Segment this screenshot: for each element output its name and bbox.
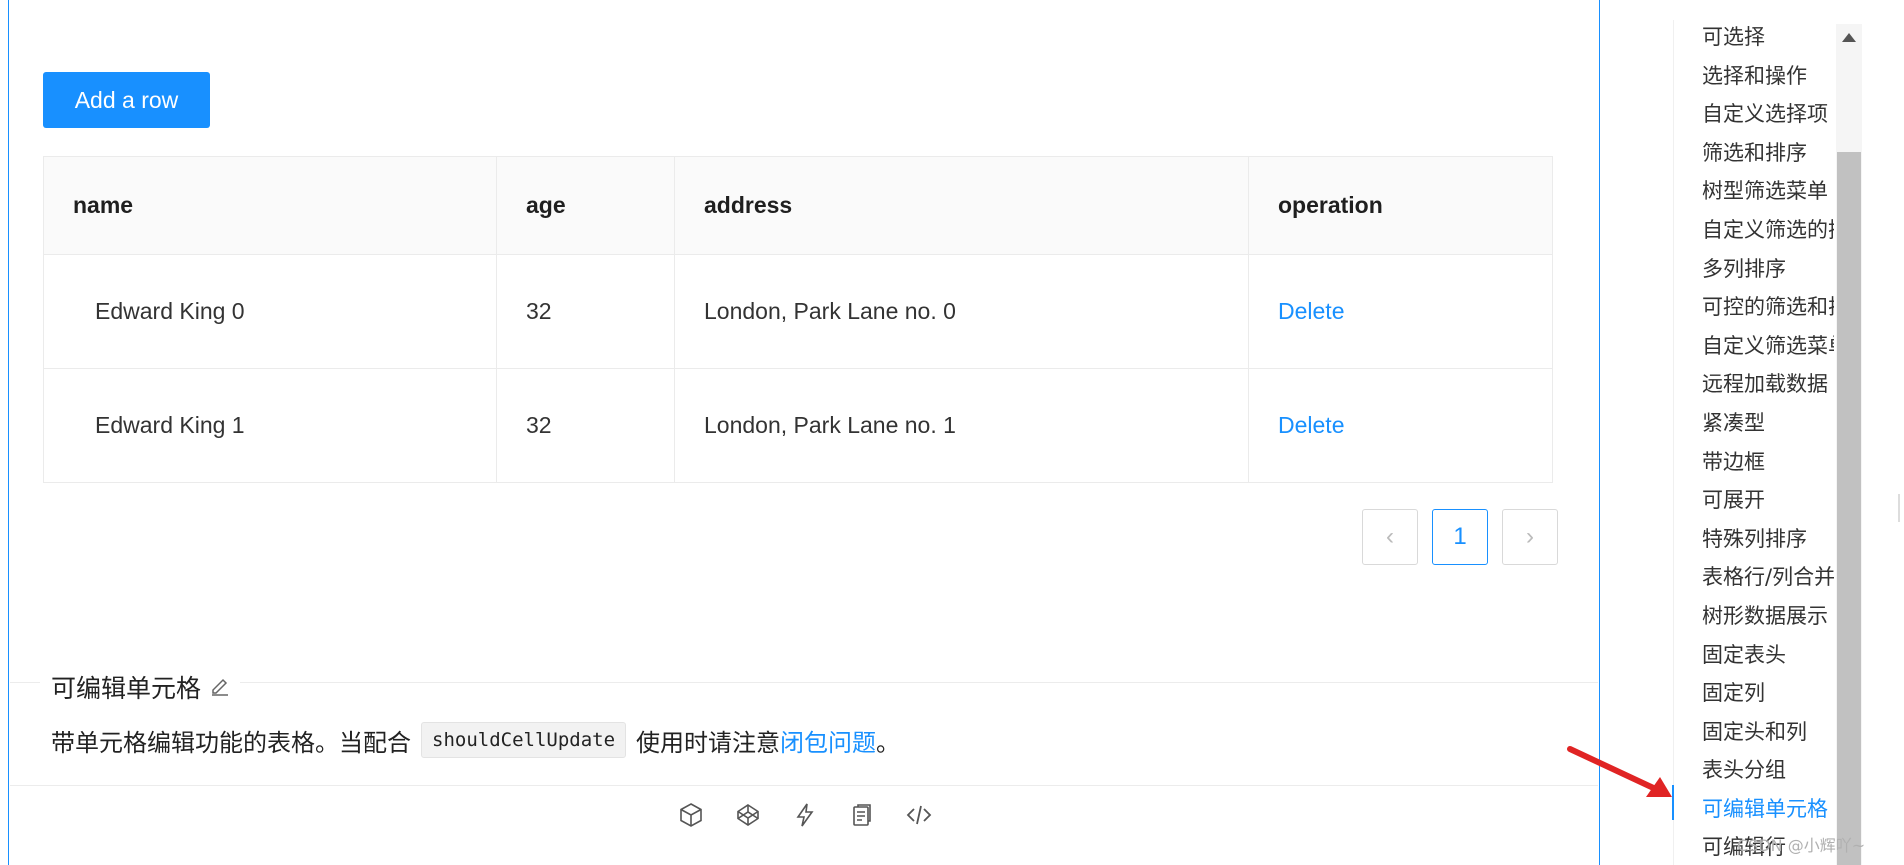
table-header: name age address operation (44, 157, 1552, 255)
section-divider (10, 682, 40, 683)
nav-item[interactable]: 自定义选择项 (1702, 95, 1834, 134)
nav-item[interactable]: 固定头和列 (1702, 713, 1834, 752)
delete-link[interactable]: Delete (1278, 412, 1344, 439)
anchor-nav: 可选择选择和操作自定义选择项筛选和排序树型筛选菜单自定义筛选的搜索多列排序可控的… (1702, 18, 1834, 865)
cell-address: London, Park Lane no. 1 (675, 369, 1249, 482)
nav-item[interactable]: 可展开 (1702, 481, 1834, 520)
add-row-button[interactable]: Add a row (43, 72, 210, 128)
desc-text: 使用时请注意 (636, 728, 781, 757)
nav-item[interactable]: 固定表头 (1702, 636, 1834, 675)
edge-mark (1898, 494, 1900, 522)
nav-item[interactable]: 可编辑单元格 (1702, 790, 1834, 829)
nav-item[interactable]: 特殊列排序 (1702, 520, 1834, 559)
cell-operation: Delete (1249, 255, 1552, 368)
nav-item[interactable]: 多列排序 (1702, 250, 1834, 289)
header-name: name (44, 157, 497, 254)
red-arrow-annotation (1567, 746, 1672, 797)
codesandbox-icon[interactable] (676, 800, 706, 830)
nav-item[interactable]: 自定义筛选菜单 (1702, 327, 1834, 366)
closure-issue-link[interactable]: 闭包问题 (780, 723, 876, 758)
section-description: 带单元格编辑功能的表格。当配合 shouldCellUpdate 使用时请注意 … (51, 722, 900, 758)
nav-item[interactable]: 表头分组 (1702, 751, 1834, 790)
nav-item[interactable]: 选择和操作 (1702, 57, 1834, 96)
code-actions (676, 800, 934, 830)
nav-item[interactable]: 表格行/列合并 (1702, 558, 1834, 597)
nav-item[interactable]: 树形数据展示 (1702, 597, 1834, 636)
table-row: Edward King 0 32 London, Park Lane no. 0… (44, 255, 1552, 369)
scrollbar-thumb[interactable] (1837, 152, 1861, 865)
nav-item[interactable]: 紧凑型 (1702, 404, 1834, 443)
nav-item[interactable]: 自定义筛选的搜索 (1702, 211, 1834, 250)
section-title-text: 可编辑单元格 (51, 674, 202, 703)
code-icon[interactable] (904, 800, 934, 830)
scroll-up-arrow-icon[interactable] (1842, 33, 1856, 42)
desc-text: 。 (876, 728, 901, 757)
header-address: address (675, 157, 1249, 254)
nav-item[interactable]: 固定列 (1702, 674, 1834, 713)
nav-item[interactable]: 远程加载数据 (1702, 365, 1834, 404)
nav-item[interactable]: 树型筛选菜单 (1702, 172, 1834, 211)
edit-icon[interactable] (209, 673, 231, 702)
header-age: age (497, 157, 675, 254)
cell-age: 32 (497, 369, 675, 482)
pagination-page-1[interactable]: 1 (1432, 509, 1488, 565)
nav-item[interactable]: 带边框 (1702, 443, 1834, 482)
codepen-icon[interactable] (733, 800, 763, 830)
section-title: 可编辑单元格 (51, 669, 231, 705)
pagination-prev-button[interactable]: ‹ (1362, 509, 1418, 565)
code-snippet: shouldCellUpdate (421, 722, 627, 758)
section-divider (240, 682, 1598, 683)
desc-text: 带单元格编辑功能的表格。当配合 (51, 728, 411, 757)
watermark: CSDN @小辉吖~ (1737, 836, 1866, 855)
cell-name[interactable]: Edward King 0 (44, 255, 497, 368)
nav-item[interactable]: 可控的筛选和排序 (1702, 288, 1834, 327)
cell-operation: Delete (1249, 369, 1552, 482)
cell-age: 32 (497, 255, 675, 368)
cell-address: London, Park Lane no. 0 (675, 255, 1249, 368)
page: Add a row name age address operation Edw… (0, 0, 1904, 865)
actions-divider (10, 785, 1598, 786)
header-operation: operation (1278, 192, 1383, 218)
nav-item[interactable]: 可选择 (1702, 18, 1834, 57)
editable-table: name age address operation Edward King 0… (43, 156, 1553, 483)
copy-icon[interactable] (847, 800, 877, 830)
table-row: Edward King 1 32 London, Park Lane no. 1… (44, 369, 1552, 482)
cell-name[interactable]: Edward King 1 (44, 369, 497, 482)
nav-item[interactable]: 筛选和排序 (1702, 134, 1834, 173)
delete-link[interactable]: Delete (1278, 298, 1344, 325)
pagination-next-button[interactable]: › (1502, 509, 1558, 565)
thunder-icon[interactable] (790, 800, 820, 830)
